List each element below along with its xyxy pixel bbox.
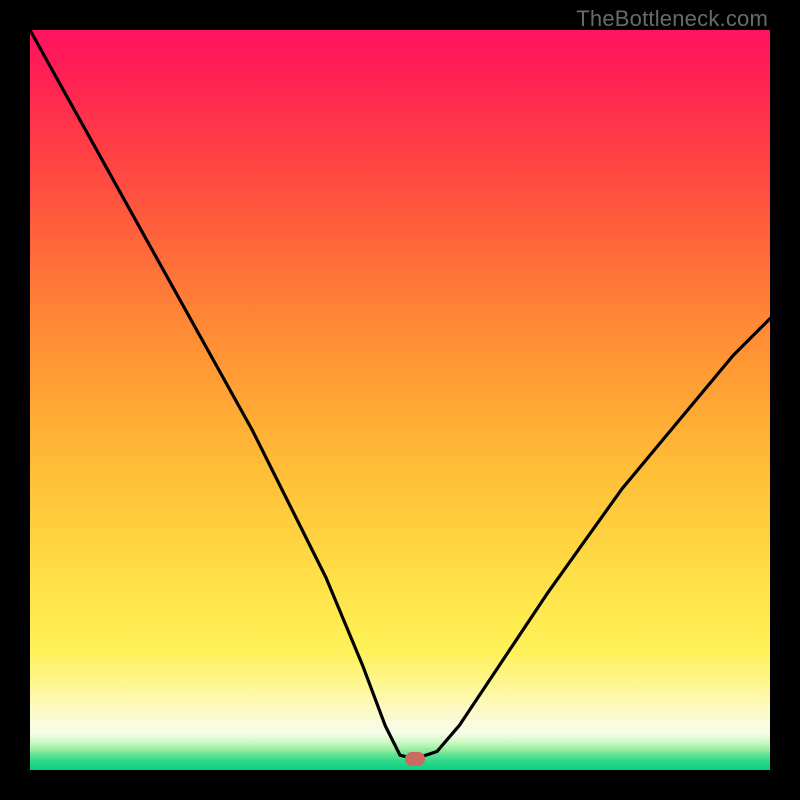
optimal-point-marker — [405, 752, 425, 766]
plot-area — [30, 30, 770, 770]
chart-stage: TheBottleneck.com — [0, 0, 800, 800]
watermark-text: TheBottleneck.com — [576, 6, 768, 32]
bottleneck-curve — [30, 30, 770, 770]
